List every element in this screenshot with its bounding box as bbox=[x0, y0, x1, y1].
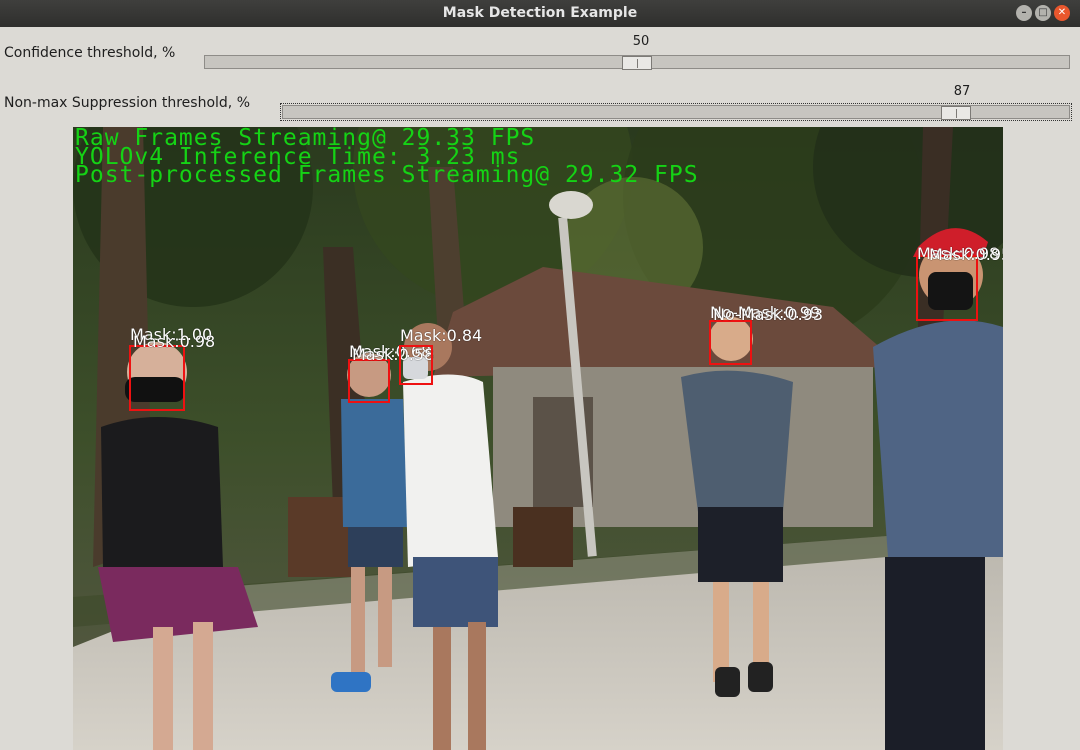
detection-box bbox=[129, 345, 185, 411]
detection-label: Mask:0.98 bbox=[133, 332, 216, 351]
detection-label: Mask:0.84 bbox=[400, 326, 483, 345]
video-scene bbox=[73, 127, 1003, 750]
detection-box bbox=[916, 255, 978, 321]
nms-value: 87 bbox=[953, 84, 971, 99]
detection-box bbox=[709, 320, 752, 365]
confidence-value: 50 bbox=[632, 34, 650, 49]
detection-label: No-Mask:0.93 bbox=[713, 305, 824, 324]
post-fps-text: Post-processed Frames Streaming@ 29.32 F… bbox=[75, 162, 699, 188]
nms-slider[interactable] bbox=[280, 103, 1072, 121]
close-icon[interactable]: ✕ bbox=[1054, 5, 1070, 21]
confidence-slider-thumb[interactable] bbox=[622, 56, 652, 70]
controls-panel: Confidence threshold, % 50 Non-max Suppr… bbox=[0, 27, 1080, 127]
minimize-icon[interactable]: – bbox=[1016, 5, 1032, 21]
window-title: Mask Detection Example bbox=[442, 5, 638, 21]
confidence-label: Confidence threshold, % bbox=[4, 45, 176, 61]
detection-box bbox=[348, 359, 390, 403]
maximize-icon[interactable]: □ bbox=[1035, 5, 1051, 21]
nms-slider-thumb[interactable] bbox=[940, 106, 971, 120]
detection-label: Mask:0.95 bbox=[929, 245, 1003, 264]
video-frame: Raw Frames Streaming@ 29.33 FPS YOLOv4 I… bbox=[73, 127, 1003, 750]
confidence-slider[interactable] bbox=[204, 55, 1070, 70]
nms-label: Non-max Suppression threshold, % bbox=[4, 95, 251, 111]
detection-box bbox=[399, 345, 433, 385]
window-titlebar[interactable]: Mask Detection Example – □ ✕ bbox=[0, 0, 1080, 27]
